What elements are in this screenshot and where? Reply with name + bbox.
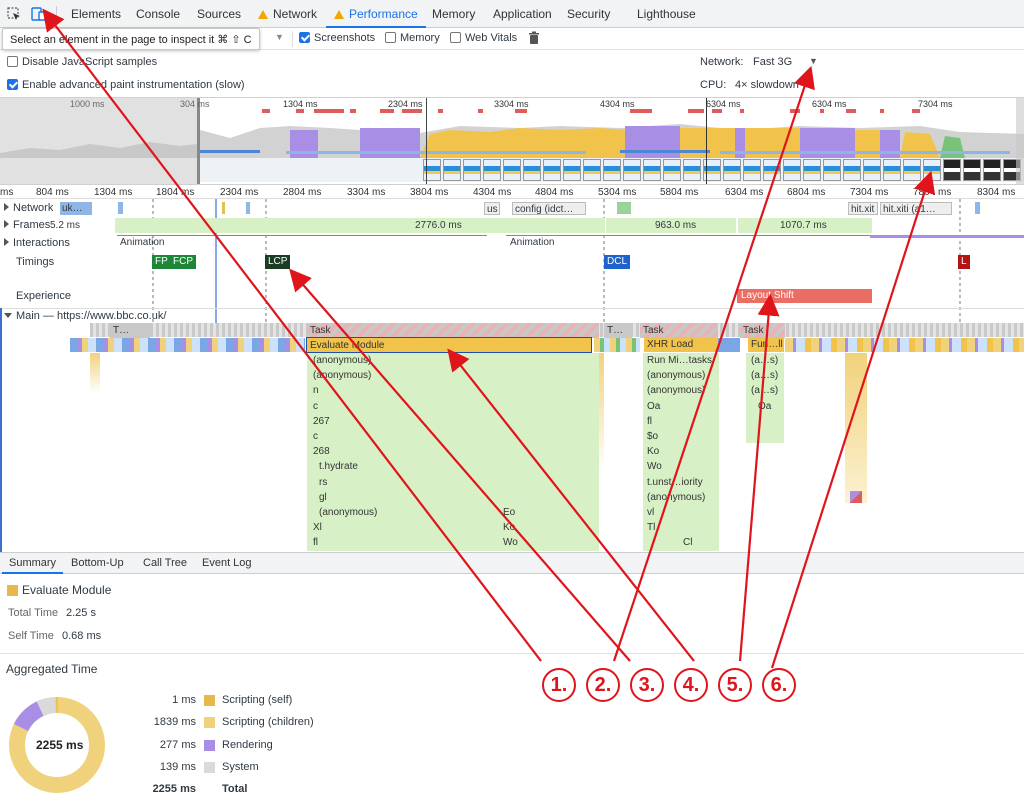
- annotation-6: 6.: [762, 668, 796, 702]
- annotation-2: 2.: [586, 668, 620, 702]
- annotation-3: 3.: [630, 668, 664, 702]
- annotation-arrows: [42, 8, 936, 669]
- annotation-1: 1.: [542, 668, 576, 702]
- annotation-5: 5.: [718, 668, 752, 702]
- annotation-4: 4.: [674, 668, 708, 702]
